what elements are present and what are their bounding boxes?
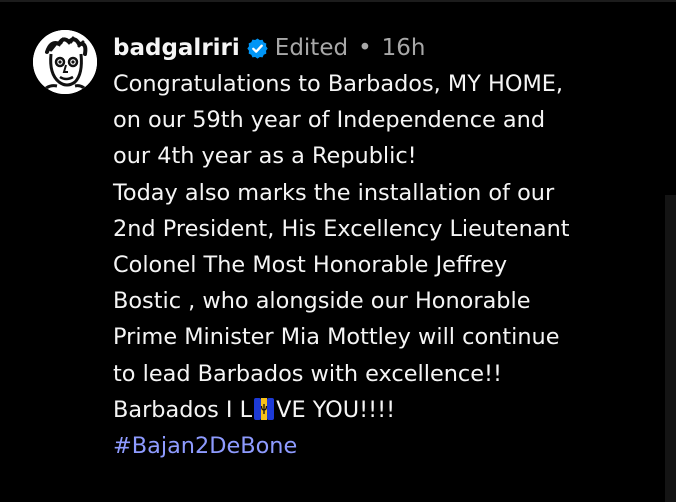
- top-divider: [0, 0, 676, 2]
- profile-avatar[interactable]: [33, 30, 97, 94]
- caption-line: Today also marks the installation of our: [113, 179, 555, 206]
- post-comment-panel: badgalriri Edited • 16h Congratulations …: [0, 0, 676, 502]
- scrollbar[interactable]: [665, 195, 676, 502]
- avatar-sketch-icon: [33, 30, 97, 94]
- caption-line: 2nd President, His Excellency Lieutenant: [113, 215, 570, 242]
- caption-line: our 4th year as a Republic!: [113, 143, 417, 170]
- edited-label: Edited: [274, 35, 349, 61]
- caption-line: Prime Minister Mia Mottley will continue: [113, 324, 560, 351]
- post-header: badgalriri Edited • 16h: [113, 30, 658, 66]
- caption-line: Colonel The Most Honorable Jeffrey: [113, 252, 508, 279]
- caption-line: Congratulations to Barbados, MY HOME,: [113, 71, 564, 97]
- caption-line: on our 59th year of Independence and: [113, 107, 546, 134]
- username-link[interactable]: badgalriri: [113, 35, 240, 61]
- barbados-flag-icon: [254, 397, 275, 420]
- caption-line: Bostic , who alongside our Honorable: [113, 288, 531, 315]
- post-timestamp[interactable]: 16h: [382, 35, 426, 61]
- hashtag-link[interactable]: #Bajan2DeBone: [113, 428, 658, 464]
- post-content: badgalriri Edited • 16h Congratulations …: [113, 30, 658, 464]
- caption-love-line: Barbados I L VE YOU!!!!: [113, 392, 658, 428]
- caption-line: to lead Barbados with excellence!!: [113, 360, 502, 387]
- post-caption: Congratulations to Barbados, MY HOME, on…: [113, 66, 658, 464]
- meta-separator: •: [358, 35, 372, 61]
- verified-badge-icon: [246, 37, 269, 60]
- love-line-after: VE YOU!!!!: [276, 396, 396, 423]
- love-line-before: Barbados I L: [113, 396, 253, 423]
